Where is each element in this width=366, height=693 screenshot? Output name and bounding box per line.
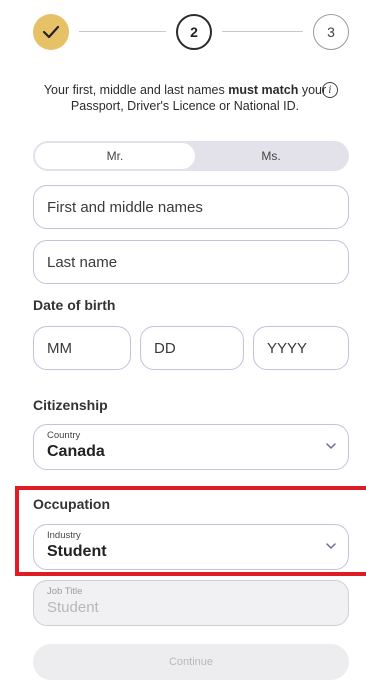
job-title-value: Student <box>47 599 99 616</box>
step-2-current: 2 <box>176 14 212 50</box>
info-icon[interactable]: i <box>322 82 338 98</box>
progress-stepper: 2 3 <box>33 14 349 50</box>
title-option-mr[interactable]: Mr. <box>35 143 195 169</box>
dob-day-input[interactable]: DD <box>140 326 244 370</box>
notice-text-bold: must match <box>228 83 299 97</box>
country-value: Canada <box>47 443 105 460</box>
job-title-field-label: Job Title <box>47 586 83 597</box>
industry-field-label: Industry <box>47 530 81 541</box>
continue-button[interactable]: Continue <box>33 644 349 680</box>
industry-value: Student <box>47 543 107 560</box>
step-connector <box>222 31 303 32</box>
citizenship-label: Citizenship <box>33 397 108 413</box>
step-1-complete <box>33 14 69 50</box>
dob-year-input[interactable]: YYYY <box>253 326 349 370</box>
dob-label: Date of birth <box>33 297 116 313</box>
checkmark-icon <box>42 25 60 39</box>
country-select[interactable]: Country Canada <box>33 424 349 470</box>
last-name-input[interactable]: Last name <box>33 240 349 284</box>
industry-select[interactable]: Industry Student <box>33 524 349 570</box>
title-option-ms[interactable]: Ms. <box>193 141 349 171</box>
title-toggle: Ms. Mr. <box>33 141 349 171</box>
chevron-down-icon <box>326 443 336 450</box>
step-connector <box>79 31 166 32</box>
job-title-input[interactable]: Job Title Student <box>33 580 349 626</box>
first-middle-names-input[interactable]: First and middle names <box>33 185 349 229</box>
dob-month-input[interactable]: MM <box>33 326 131 370</box>
chevron-down-icon <box>326 543 336 550</box>
occupation-label: Occupation <box>33 496 111 512</box>
step-3-upcoming: 3 <box>313 14 349 50</box>
country-field-label: Country <box>47 430 81 441</box>
name-match-notice: Your first, middle and last names must m… <box>40 82 330 114</box>
notice-text-before: Your first, middle and last names <box>43 83 229 97</box>
